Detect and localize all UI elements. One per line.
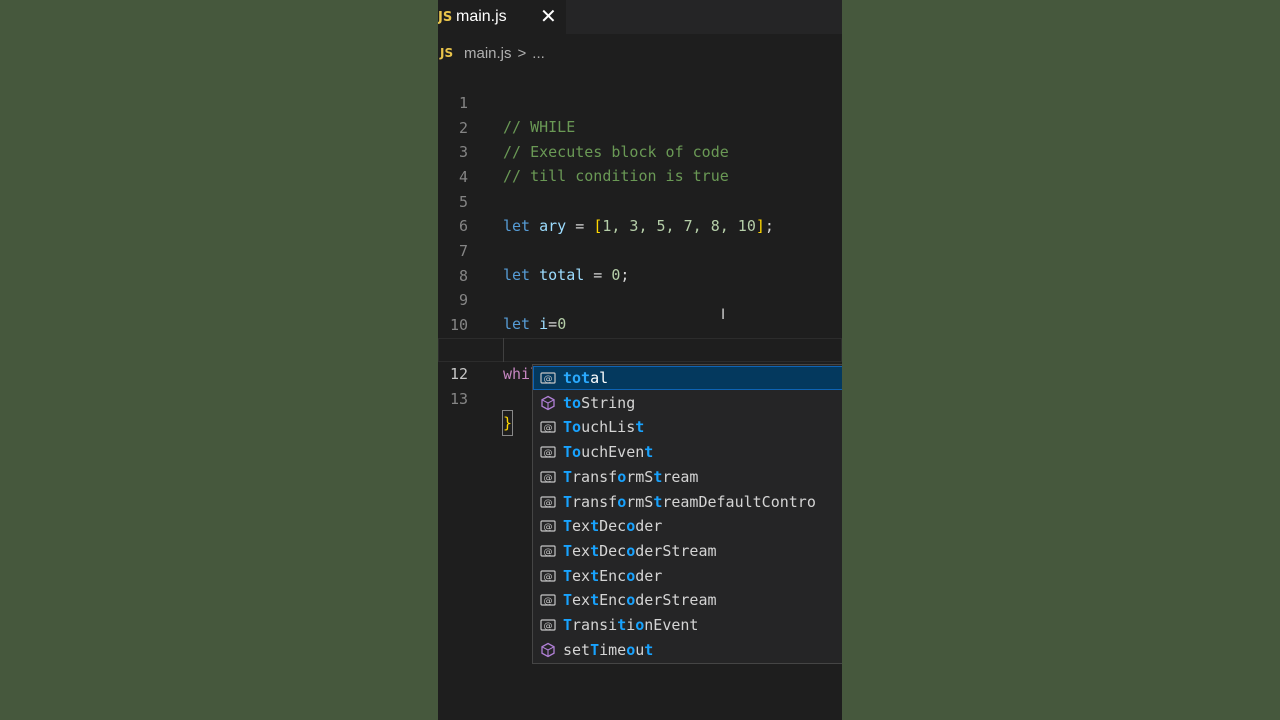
suggestion-label: setTimeout (563, 640, 654, 659)
code-line: 2 // Executes block of code (438, 92, 842, 161)
tab-filename: main.js (456, 8, 507, 25)
svg-text:@: @ (544, 547, 553, 557)
variable-icon: @ (533, 593, 563, 607)
variable-icon: @ (533, 420, 563, 434)
chevron-right-icon: > (517, 44, 527, 62)
variable-icon: @ (533, 544, 563, 558)
suggestion-label: TouchEvent (563, 443, 654, 462)
code-line: 5 let ary = [1, 3, 5, 7, 8, 10]; (438, 166, 842, 235)
suggestion-label: TransitionEvent (563, 616, 699, 634)
line-number: 13 (449, 390, 468, 408)
svg-text:@: @ (544, 449, 553, 459)
breadcrumb-more[interactable]: ... (532, 45, 545, 62)
brace: } (501, 410, 514, 436)
svg-text:@: @ (544, 424, 553, 434)
suggestion-item[interactable]: @ total (533, 366, 842, 390)
svg-text:@: @ (544, 572, 553, 582)
suggestion-label: total (563, 369, 609, 387)
suggestion-item[interactable]: @ TransitionEvent (533, 613, 842, 637)
suggestion-label: TextDecoderStream (563, 541, 717, 560)
svg-text:@: @ (544, 498, 553, 508)
variable-icon: @ (533, 519, 563, 533)
left-backdrop (0, 0, 438, 720)
right-backdrop (842, 0, 1280, 720)
suggestion-item[interactable]: @ TextDecoderStream (533, 539, 842, 563)
svg-text:@: @ (544, 523, 553, 533)
suggestion-item[interactable]: setTimeout (533, 638, 842, 662)
javascript-file-icon: JS (438, 9, 453, 25)
suggestion-label: TextEncoder (563, 566, 663, 585)
svg-text:@: @ (544, 473, 553, 483)
javascript-file-icon: JS (440, 46, 454, 60)
svg-text:@: @ (544, 375, 553, 385)
variable-icon: @ (533, 495, 563, 509)
variable-icon: @ (533, 371, 563, 385)
variable-icon: @ (533, 569, 563, 583)
code-line: 9 let i=0 (438, 264, 842, 333)
code-line: 6 (438, 190, 842, 235)
tab-bar: JS main.js ✕ (438, 0, 842, 34)
variable-icon: @ (533, 445, 563, 459)
suggestion-label: TouchList (563, 418, 645, 437)
suggestion-label: TextDecoder (563, 517, 663, 536)
suggestion-item[interactable]: @ TouchList (533, 415, 842, 439)
variable-icon: @ (533, 470, 563, 484)
code-line-current[interactable]: 12 tot (438, 338, 842, 408)
suggestion-label: TransformStreamDefaultContro (563, 492, 816, 511)
code-line: 1 // WHILE (438, 67, 842, 136)
code-editor[interactable]: JS main.js ✕ JS main.js > ... 1 // WHILE… (438, 0, 842, 720)
autocomplete-suggestions[interactable]: @ total toString @ TouchList @ TouchEvent @ Tran… (532, 364, 842, 664)
suggestion-item[interactable]: @ TextEncoderStream (533, 588, 842, 612)
code-line: 10 (438, 289, 842, 334)
breadcrumb-file[interactable]: main.js (464, 45, 512, 62)
method-icon (533, 642, 563, 658)
suggestion-label: TextEncoderStream (563, 591, 717, 610)
variable-icon: @ (533, 618, 563, 632)
suggestion-item[interactable]: @ TextEncoder (533, 564, 842, 588)
suggestion-item[interactable]: @ TransformStreamDefaultContro (533, 490, 842, 514)
code-line: 3 // till condition is true (438, 116, 842, 185)
suggestion-item[interactable]: @ TextDecoder (533, 514, 842, 538)
svg-text:@: @ (544, 622, 553, 632)
indent-guide (503, 338, 504, 362)
suggestion-label: toString (563, 393, 636, 412)
suggestion-item[interactable]: toString (533, 391, 842, 415)
code-line: 4 (438, 141, 842, 186)
breadcrumb: JS main.js > ... (438, 40, 842, 66)
close-icon[interactable]: ✕ (540, 4, 557, 28)
suggestion-item[interactable]: @ TransformStream (533, 465, 842, 489)
suggestion-label: TransformStream (563, 467, 699, 486)
tab-main-js[interactable]: JS main.js ✕ (438, 0, 566, 34)
code-line: 8 (438, 240, 842, 285)
method-icon (533, 395, 563, 411)
mouse-text-cursor-icon: I (721, 307, 726, 323)
svg-text:@: @ (544, 597, 553, 607)
code-line: 7 let total = 0; (438, 215, 842, 284)
suggestion-item[interactable]: @ TouchEvent (533, 440, 842, 464)
code-line: 11 while(i<ary.length){ (438, 314, 842, 384)
